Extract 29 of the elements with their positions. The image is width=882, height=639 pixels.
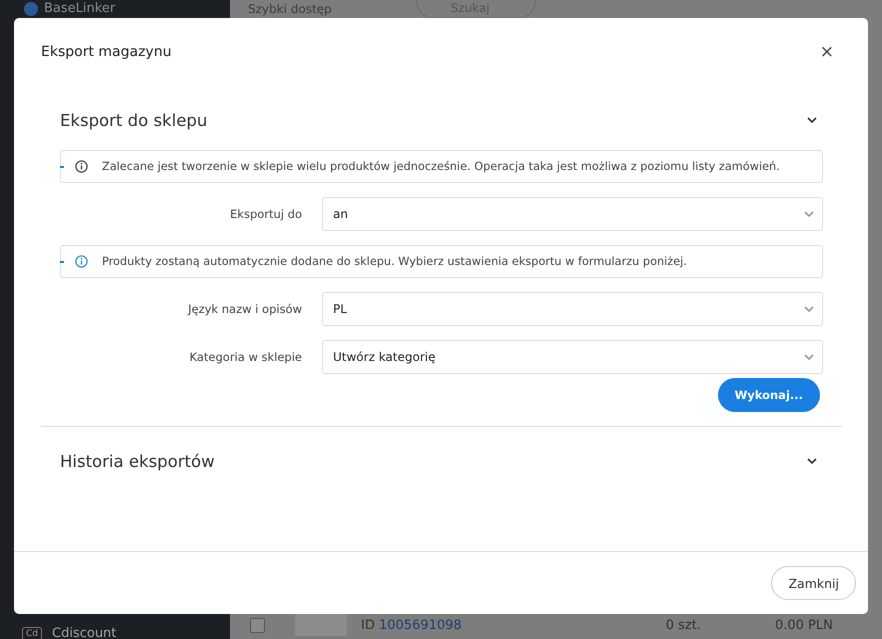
chevron-down-icon [807,117,817,123]
close-button[interactable]: × [816,42,838,62]
chevron-down-icon [804,211,814,217]
info-icon [75,255,88,268]
app-logo-text: BaseLinker [44,1,116,16]
sidebar-item-badge: Cd [22,626,42,639]
field-label: Kategoria w sklepie [188,350,302,364]
dialog-title: Eksport magazynu [41,44,172,60]
quantity-text: 0 szt. [666,618,701,632]
notice-text: Zalecane jest tworzenie w sklepie wielu produktów jednocześnie. Operacja taka jest możliwa z poziomu listy zamówień. [102,160,780,173]
section-header[interactable]: Historia eksportów [60,452,215,470]
dropdown-field[interactable]: Utwórz kategorię [322,340,823,374]
section-header[interactable]: Eksport do sklepu [60,110,208,130]
chevron-down-icon [804,306,814,312]
price-text: 0.00 PLN [774,618,833,632]
photo-placeholder [295,614,347,636]
field-label: Język nazw i opisów [186,302,302,316]
dropdown-field[interactable]: PL [322,292,823,326]
sidebar-item[interactable]: Cdiscount [52,626,116,639]
close-dialog-button[interactable]: Zamknij [771,566,856,600]
info-icon [75,160,88,173]
notice-text: Produkty zostaną automatycznie dodane do sklepu. Wybierz ustawienia eksportu w formularzu poniżej. [102,255,687,268]
chevron-down-icon [804,354,814,360]
chevron-down-icon [807,458,817,464]
row-checkbox[interactable] [250,618,265,632]
product-id: ID 1005691098 [361,618,462,632]
field-label: Eksportuj do [229,207,302,221]
execute-button[interactable]: Wykonaj... [718,378,820,412]
dropdown-field[interactable]: an [322,197,823,231]
